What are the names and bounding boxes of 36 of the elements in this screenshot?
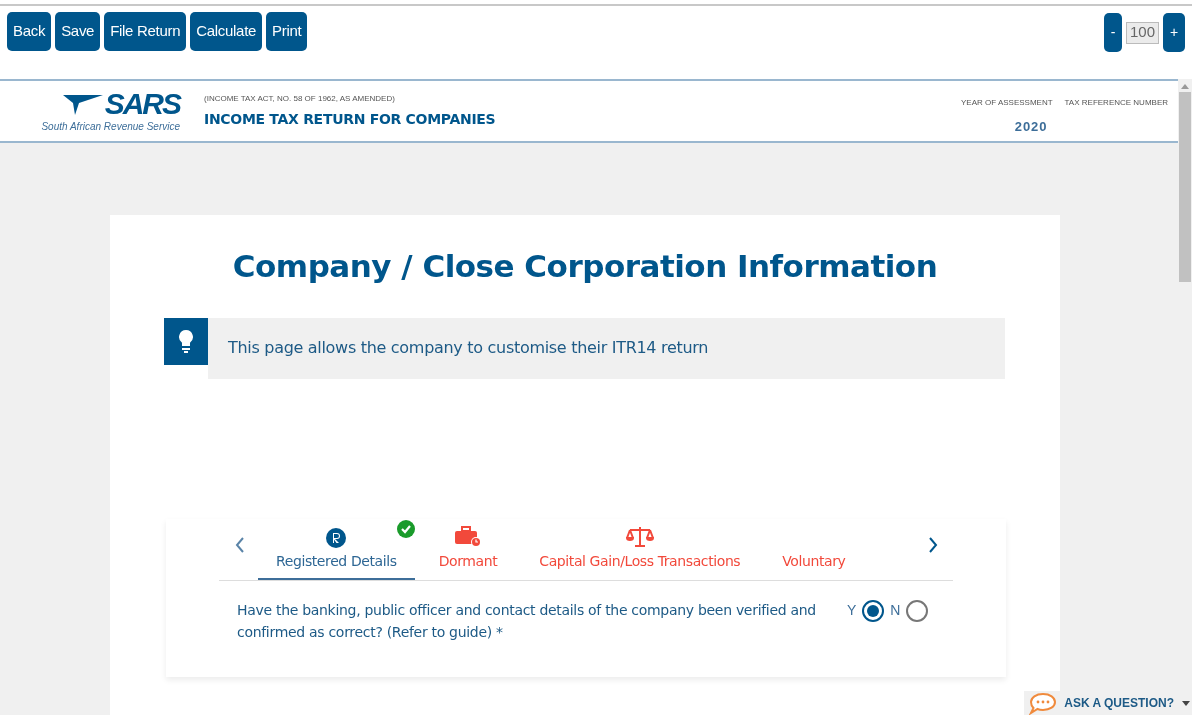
zoom-in-button[interactable]: + — [1163, 13, 1185, 52]
chevron-left-icon[interactable] — [235, 536, 245, 553]
toolbar-button[interactable]: Calculate — [190, 12, 263, 51]
option-label: Y — [847, 601, 857, 620]
toolbar-button[interactable]: Save — [55, 12, 101, 51]
year-value: 2020 — [1014, 118, 1049, 136]
zoom-out-button[interactable]: - — [1104, 13, 1122, 52]
section-tab[interactable]: Capital Gain/Loss Transactions — [521, 524, 759, 580]
sars-logo: SARS South African Revenue Service — [40, 88, 180, 134]
field-label: TAX REFERENCE NUMBER — [1064, 97, 1168, 109]
section-tab[interactable]: Registered Details — [258, 524, 415, 580]
check-icon — [396, 519, 415, 538]
option-label: N — [890, 601, 901, 620]
scroll-up-icon[interactable] — [1181, 84, 1189, 89]
lightbulb-icon — [178, 329, 194, 353]
info-banner: This page allows the company to customise their ITR14 return — [208, 317, 1005, 379]
form-title: INCOME TAX RETURN FOR COMPANIES — [204, 109, 497, 129]
question-text: Have the banking, public officer and contact details of the company been verified and confirmed as correct? (Refer to guide) * — [237, 600, 817, 642]
radio-button[interactable] — [862, 599, 885, 622]
page-title: Company / Close Corporation Information — [232, 247, 938, 286]
zoom-field[interactable]: 100 — [1126, 21, 1159, 44]
briefcase-icon — [453, 525, 482, 548]
radio-button[interactable] — [906, 599, 929, 622]
scales-icon — [625, 525, 654, 548]
toolbar-button[interactable]: File Return — [104, 12, 187, 51]
section-tab[interactable]: Dormant — [420, 524, 516, 580]
section-tab[interactable]: Voluntary — [764, 524, 864, 580]
field-label: YEAR OF ASSESSMENT — [961, 97, 1053, 109]
caret-icon — [1182, 700, 1190, 706]
toolbar-button[interactable]: Print — [266, 12, 308, 51]
scrollbar[interactable] — [1178, 79, 1192, 715]
toolbar-button[interactable]: Back — [7, 12, 52, 51]
chat-bubble-icon[interactable] — [1028, 691, 1059, 715]
act-reference: (INCOME TAX ACT, NO. 58 OF 1962, AS AMENDED) — [204, 92, 396, 105]
registered-icon — [326, 527, 347, 548]
chevron-right-icon[interactable] — [928, 536, 938, 553]
